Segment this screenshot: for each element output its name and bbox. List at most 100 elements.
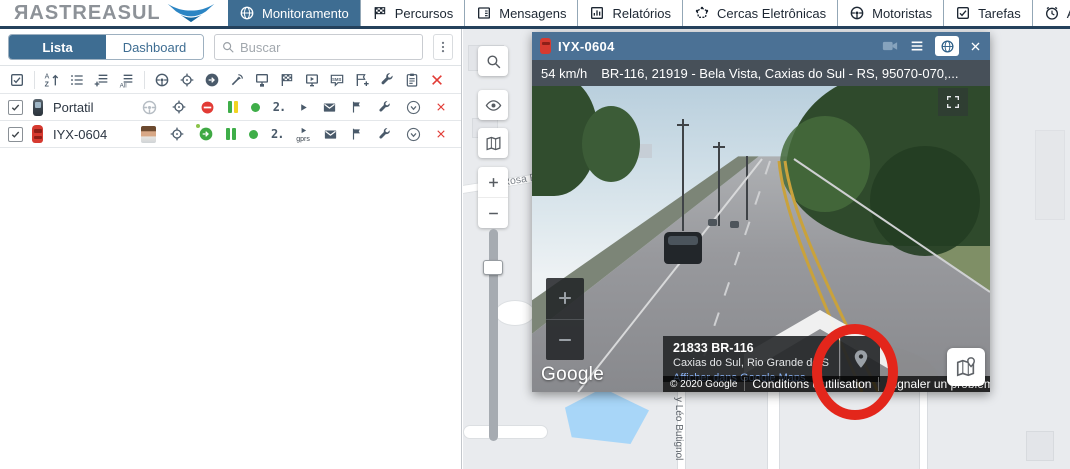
locate-icon[interactable] xyxy=(169,126,185,142)
zoom-slider-handle[interactable] xyxy=(483,260,503,275)
zoom-out-button[interactable] xyxy=(478,197,508,228)
sv-zoom-out-button[interactable] xyxy=(546,319,584,361)
search-icon xyxy=(221,40,235,54)
close-icon xyxy=(429,72,445,88)
search-input[interactable] xyxy=(240,40,416,55)
tab-truncated[interactable]: A xyxy=(1032,0,1070,26)
play-icon[interactable] xyxy=(298,102,309,113)
log-clipboard-button[interactable] xyxy=(404,72,420,88)
streetview-viewport[interactable]: Google 21833 BR-116 Caxias do Sul, Rio G… xyxy=(532,86,990,392)
logo-wings-icon xyxy=(166,2,216,24)
follow-button[interactable] xyxy=(204,72,220,88)
drivers-button[interactable] xyxy=(154,72,170,88)
routes-button[interactable] xyxy=(279,72,295,88)
map-search-button[interactable] xyxy=(478,46,508,76)
steering-wheel-icon xyxy=(849,5,865,21)
map-area[interactable]: R. Rosa P y Léo Butignol IYX-0604 xyxy=(463,29,1070,469)
flag-icon[interactable] xyxy=(350,100,364,114)
arrow-circle-icon xyxy=(204,72,220,88)
tab-lista[interactable]: Lista xyxy=(9,35,106,59)
flag-icon[interactable] xyxy=(350,127,364,141)
playback-button[interactable] xyxy=(304,72,320,88)
row-checkbox[interactable] xyxy=(8,100,23,115)
add-flag-button[interactable] xyxy=(354,72,370,88)
sv-zoom-in-button[interactable] xyxy=(546,278,584,319)
play-icon xyxy=(299,126,308,135)
panel-toolbar xyxy=(0,66,461,94)
zoom-in-button[interactable] xyxy=(478,167,508,197)
tab-relatorios[interactable]: Relatórios xyxy=(577,0,682,26)
list-plus-icon xyxy=(94,72,110,88)
camera-icon[interactable] xyxy=(881,37,899,55)
terminal-button[interactable] xyxy=(254,72,270,88)
remove-row-icon[interactable] xyxy=(435,101,447,113)
checkered-flag-icon xyxy=(372,5,388,21)
tab-label: Mensagens xyxy=(499,6,566,21)
copyright-text: © 2020 Google xyxy=(663,379,744,390)
settings-wrench-button[interactable] xyxy=(379,72,395,88)
add-to-list-button[interactable] xyxy=(94,72,110,88)
popup-header[interactable]: IYX-0604 xyxy=(532,32,990,60)
tab-label: Percursos xyxy=(395,6,454,21)
app-root: ЯASTREASUL Monitoramento Percursos Mensa… xyxy=(0,0,1070,469)
show-all-button[interactable] xyxy=(119,72,135,88)
tab-cercas-eletronicas[interactable]: Cercas Eletrônicas xyxy=(682,0,837,26)
tab-label: Relatórios xyxy=(612,6,671,21)
stopped-status-icon xyxy=(200,100,215,115)
map-zoom-group xyxy=(478,167,508,228)
vehicle-row-iyx-0604[interactable]: IYX-0604 2. gprs xyxy=(0,121,461,148)
vehicle-type-icon xyxy=(30,99,45,116)
gprs-play[interactable]: gprs xyxy=(296,126,310,143)
streetview-toggle-button[interactable] xyxy=(935,36,959,56)
fullscreen-button[interactable] xyxy=(938,88,968,116)
sort-az-button[interactable] xyxy=(44,72,60,88)
panel-menu-button[interactable] xyxy=(433,34,453,60)
terms-link[interactable]: Conditions d'utilisation xyxy=(744,377,878,391)
top-nav: ЯASTREASUL Monitoramento Percursos Mensa… xyxy=(0,0,1070,29)
close-icon[interactable] xyxy=(969,40,982,53)
sms-button[interactable] xyxy=(329,72,345,88)
more-dropdown-icon[interactable] xyxy=(405,99,422,116)
globe-icon xyxy=(239,5,255,21)
remove-all-button[interactable] xyxy=(429,72,445,88)
map-shape xyxy=(495,300,535,326)
locate-icon[interactable] xyxy=(171,99,187,115)
crosshair-icon xyxy=(179,72,195,88)
gps-signal-button[interactable] xyxy=(229,72,245,88)
message-envelope-icon[interactable] xyxy=(323,127,338,142)
vehicle-row-portatil[interactable]: Portatil 2. xyxy=(0,94,461,121)
map-water xyxy=(565,388,649,444)
list-all-icon xyxy=(119,72,135,88)
more-dropdown-icon[interactable] xyxy=(405,126,422,143)
geofence-polygon-icon xyxy=(694,5,710,21)
plus-icon xyxy=(486,175,501,190)
tab-mensagens[interactable]: Mensagens xyxy=(464,0,577,26)
tab-percursos[interactable]: Percursos xyxy=(360,0,465,26)
wrench-icon[interactable] xyxy=(377,100,392,115)
driver-icon[interactable] xyxy=(141,99,158,116)
message-envelope-icon[interactable] xyxy=(322,100,337,115)
plus-icon xyxy=(555,288,575,308)
report-chart-icon xyxy=(589,5,605,21)
hamburger-menu-icon[interactable] xyxy=(909,38,925,54)
tab-monitoramento[interactable]: Monitoramento xyxy=(228,0,360,26)
globe-icon xyxy=(940,39,955,54)
locate-button[interactable] xyxy=(179,72,195,88)
nav-tabs: Monitoramento Percursos Mensagens Relató… xyxy=(228,0,1070,26)
connection-dot xyxy=(249,130,258,139)
driver-avatar[interactable] xyxy=(141,126,156,143)
row-checkbox[interactable] xyxy=(8,127,23,142)
connection-dot xyxy=(251,103,260,112)
tab-dashboard[interactable]: Dashboard xyxy=(106,35,203,59)
vehicle-name: Portatil xyxy=(53,100,123,115)
tab-motoristas[interactable]: Motoristas xyxy=(837,0,943,26)
steering-wheel-icon xyxy=(154,72,170,88)
map-visibility-button[interactable] xyxy=(478,90,508,120)
back-to-map-button[interactable] xyxy=(947,348,985,386)
tab-tarefas[interactable]: Tarefas xyxy=(943,0,1032,26)
remove-row-icon[interactable] xyxy=(435,128,447,140)
select-all-button[interactable] xyxy=(9,72,25,88)
list-view-button[interactable] xyxy=(69,72,85,88)
map-layers-button[interactable] xyxy=(478,128,508,158)
wrench-icon[interactable] xyxy=(377,127,392,142)
